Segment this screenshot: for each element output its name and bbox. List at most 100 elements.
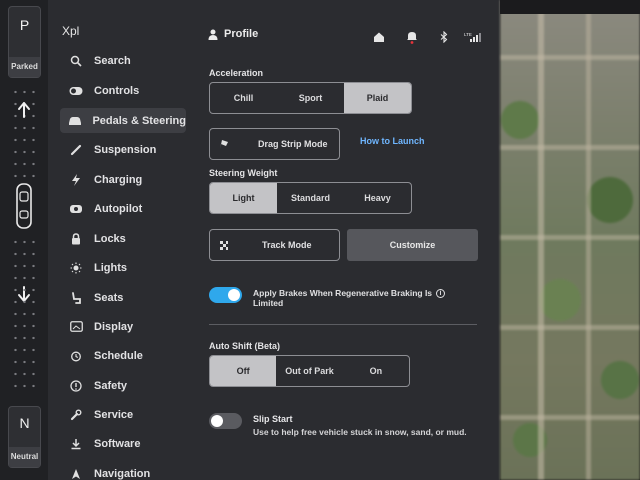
steering-weight-title: Steering Weight xyxy=(209,168,278,178)
info-icon[interactable]: i xyxy=(436,289,446,299)
bolt-icon xyxy=(68,172,84,188)
sidebar-item-label: Search xyxy=(94,54,131,67)
sidebar-item-label: Charging xyxy=(94,173,143,186)
sidebar-item-safety[interactable]: Safety xyxy=(60,373,186,398)
sidebar-item-label: Locks xyxy=(94,232,126,245)
auto-shift-option-out-of-park[interactable]: Out of Park xyxy=(276,356,342,386)
alert-circle-icon xyxy=(68,378,84,394)
sidebar-item-display[interactable]: Display xyxy=(60,314,186,339)
regen-label-line2: Limited xyxy=(253,298,284,309)
notification-dot xyxy=(410,41,414,44)
sidebar-item-label: Seats xyxy=(94,291,124,304)
steering-option-standard[interactable]: Standard xyxy=(277,183,344,213)
car-icon xyxy=(68,113,82,129)
acceleration-option-chill[interactable]: Chill xyxy=(210,83,277,113)
sidebar-item-software[interactable]: Software xyxy=(60,431,186,456)
sidebar-item-label: Display xyxy=(94,320,134,333)
track-mode-button[interactable]: Track Mode xyxy=(209,229,340,261)
checkered-flag-icon xyxy=(218,240,234,251)
signal-text: LTE xyxy=(464,32,472,37)
display-icon xyxy=(68,319,84,335)
slip-start-toggle[interactable] xyxy=(209,413,242,429)
auto-shift-option-off[interactable]: Off xyxy=(210,356,277,386)
gear-selector-strip: P Parked N Neutral xyxy=(0,0,48,480)
car-top-view-icon[interactable] xyxy=(14,182,34,230)
wrench-icon xyxy=(68,407,84,423)
gear-top-letter: P xyxy=(19,17,30,33)
sidebar-item-label: Navigation xyxy=(94,467,151,480)
section-divider xyxy=(209,324,477,325)
sidebar-item-lights[interactable]: Lights xyxy=(60,255,186,280)
sidebar-item-seats[interactable]: Seats xyxy=(60,285,186,310)
arrow-up-icon xyxy=(18,102,30,118)
sidebar-item-label: Pedals & Steering xyxy=(92,114,186,127)
gear-dots-lower xyxy=(11,236,37,396)
gear-park-indicator[interactable]: P Parked xyxy=(8,6,41,78)
sidebar-item-suspension[interactable]: Suspension xyxy=(60,137,186,162)
profile-button[interactable]: Profile xyxy=(208,28,258,40)
regen-braking-label: Apply Brakes When Regenerative Braking I… xyxy=(253,288,473,308)
sidebar-item-search[interactable]: Search xyxy=(60,48,186,73)
sidebar-item-pedals-steering[interactable]: Pedals & Steering xyxy=(60,108,186,133)
acceleration-title: Acceleration xyxy=(209,68,264,78)
regen-braking-toggle[interactable] xyxy=(209,287,242,303)
toggle-knob xyxy=(211,415,223,427)
acceleration-option-sport[interactable]: Sport xyxy=(277,83,344,113)
profile-label: Profile xyxy=(224,28,259,40)
sidebar-item-label: Controls xyxy=(94,84,140,97)
toggle-knob xyxy=(228,289,240,301)
home-icon[interactable] xyxy=(372,30,386,44)
lte-signal-icon: LTE xyxy=(464,30,482,44)
sidebar-item-navigation[interactable]: Navigation xyxy=(60,461,186,480)
auto-shift-selector: Off Out of Park On xyxy=(209,355,410,387)
wrench-pen-icon xyxy=(68,142,84,158)
search-icon xyxy=(68,53,84,69)
download-icon xyxy=(68,436,84,452)
sidebar-item-label: Suspension xyxy=(94,143,157,156)
sidebar-item-locks[interactable]: Locks xyxy=(60,226,186,251)
steering-option-light[interactable]: Light xyxy=(210,183,277,213)
steering-weight-selector: Light Standard Heavy xyxy=(209,182,412,214)
sidebar-item-label: Autopilot xyxy=(94,202,143,215)
bell-icon[interactable] xyxy=(405,30,419,44)
sidebar-item-autopilot[interactable]: Autopilot xyxy=(60,196,186,221)
sidebar-item-service[interactable]: Service xyxy=(60,402,186,427)
auto-shift-option-on[interactable]: On xyxy=(343,356,409,386)
map-top-bezel xyxy=(500,0,640,14)
sidebar-item-label: Software xyxy=(94,437,141,450)
steering-icon xyxy=(68,201,84,217)
sidebar-item-label: Safety xyxy=(94,379,128,392)
sidebar-item-schedule[interactable]: Schedule xyxy=(60,343,186,368)
seat-icon xyxy=(68,290,84,306)
sidebar-item-controls[interactable]: Controls xyxy=(60,78,186,103)
how-to-launch-link[interactable]: How to Launch xyxy=(360,136,425,146)
navigation-arrow-icon xyxy=(68,466,84,480)
sidebar-item-charging[interactable]: Charging xyxy=(60,167,186,192)
customize-button[interactable]: Customize xyxy=(347,229,478,261)
drag-strip-mode-label: Drag Strip Mode xyxy=(258,139,328,149)
auto-shift-title: Auto Shift (Beta) xyxy=(209,341,280,351)
flag-icon xyxy=(218,139,234,150)
steering-option-heavy[interactable]: Heavy xyxy=(344,183,411,213)
sidebar-item-label: Lights xyxy=(94,261,127,274)
settings-panel: Xpl Search Controls Pedals & Steering Su… xyxy=(48,0,500,480)
slip-start-title: Slip Start xyxy=(253,414,293,424)
drag-strip-mode-button[interactable]: Drag Strip Mode xyxy=(209,128,340,160)
toggle-icon xyxy=(68,83,84,99)
satellite-map[interactable] xyxy=(500,0,640,480)
person-icon xyxy=(208,29,218,40)
slip-start-description: Use to help free vehicle stuck in snow, … xyxy=(253,427,467,437)
alarm-clock-icon xyxy=(68,348,84,364)
bluetooth-icon[interactable] xyxy=(437,30,451,44)
sun-icon xyxy=(68,260,84,276)
gear-bottom-letter: N xyxy=(19,415,30,431)
acceleration-option-plaid[interactable]: Plaid xyxy=(344,83,411,113)
regen-label-line1: Apply Brakes When Regenerative Braking I… xyxy=(253,288,433,298)
sidebar-item-label: Schedule xyxy=(94,349,143,362)
acceleration-selector: Chill Sport Plaid xyxy=(209,82,412,114)
lock-icon xyxy=(68,231,84,247)
track-mode-label: Track Mode xyxy=(262,240,312,250)
sidebar-item-label: Service xyxy=(94,408,134,421)
gear-bottom-label: Neutral xyxy=(9,447,40,467)
gear-neutral-indicator[interactable]: N Neutral xyxy=(8,406,41,468)
